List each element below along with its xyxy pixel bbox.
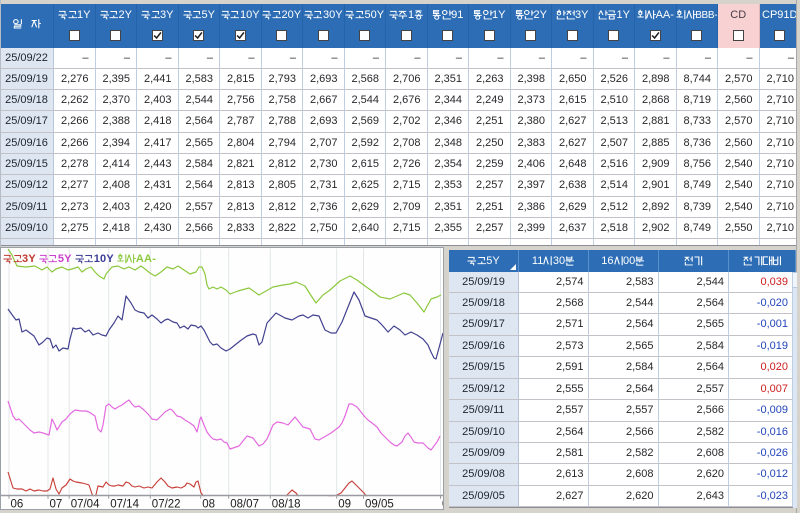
svg-text:08/07: 08/07 (230, 499, 259, 511)
svg-text:08: 08 (202, 499, 215, 511)
svg-text:07/14: 07/14 (110, 499, 139, 511)
svg-text:07: 07 (50, 499, 63, 511)
svg-text:07/04: 07/04 (71, 499, 100, 511)
svg-text:08/18: 08/18 (272, 499, 301, 511)
svg-text:09/05: 09/05 (365, 499, 394, 511)
svg-text:09: 09 (338, 499, 351, 511)
svg-text:06: 06 (11, 499, 24, 511)
svg-text:07/22: 07/22 (152, 499, 181, 511)
